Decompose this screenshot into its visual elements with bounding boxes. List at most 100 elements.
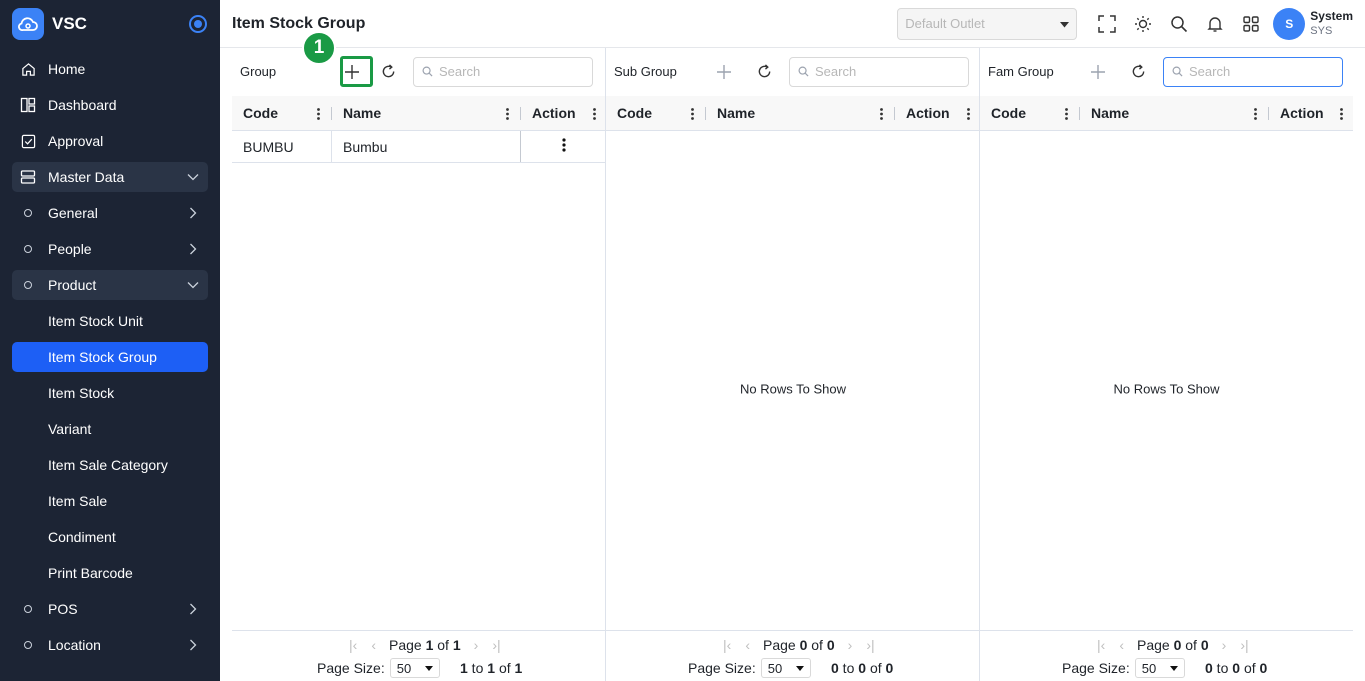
fam-group-grid: Code Name Action No Rows To Show |‹ ‹ Pa… [980,96,1353,681]
bell-icon[interactable] [1197,6,1233,42]
grid-header: Code Name Action [980,96,1353,131]
column-header-action[interactable]: Action [1269,96,1353,130]
grid-footer: |‹ ‹ Page 0 of 0 › ›| Page Size: 50 0 to… [980,630,1353,681]
page-size-select[interactable]: 50 [389,658,440,678]
sidebar-item-variant[interactable]: Variant [12,414,208,444]
pagination: |‹ ‹ Page 1 of 1 › ›| [349,637,501,653]
last-page-icon[interactable]: ›| [1240,637,1248,653]
sidebar-item-item-stock-unit[interactable]: Item Stock Unit [12,306,208,336]
sidebar-item-people[interactable]: People [12,234,208,264]
sidebar-item-label: Location [48,637,101,653]
sidebar-item-home[interactable]: Home [12,54,208,84]
sidebar-item-item-stock[interactable]: Item Stock [12,378,208,408]
next-page-icon[interactable]: › [474,637,479,653]
plus-icon [717,64,731,79]
grid-header: Code Name Action [606,96,980,131]
page-size-select[interactable]: 50 [760,658,811,678]
last-page-icon[interactable]: ›| [492,637,500,653]
column-menu-icon[interactable] [967,107,970,123]
sidebar-item-approval[interactable]: Approval [12,126,208,156]
home-icon [20,61,36,77]
page-size-label: Page Size: [1062,660,1130,676]
column-header-code[interactable]: Code [606,96,706,130]
refresh-sub-group-button[interactable] [748,56,780,88]
search-placeholder: Search [815,64,857,79]
chevron-right-icon [186,242,200,256]
sidebar-item-location[interactable]: Location [12,630,208,660]
first-page-icon[interactable]: |‹ [1097,637,1105,653]
page-size-select[interactable]: 50 [1134,658,1185,678]
sidebar-item-print-barcode[interactable]: Print Barcode [12,558,208,588]
search-icon [1172,66,1183,77]
column-menu-icon[interactable] [593,107,596,123]
sidebar-item-label: Item Sale [48,493,108,509]
column-header-name[interactable]: Name [1080,96,1269,130]
next-page-icon[interactable]: › [1222,637,1227,653]
sidebar-item-label: General [48,205,98,221]
sun-icon[interactable] [1125,6,1161,42]
grid-footer: |‹ ‹ Page 0 of 0 › ›| Page Size: 50 0 to… [606,630,980,681]
pagination: |‹ ‹ Page 0 of 0 › ›| [1097,637,1249,653]
sidebar-item-label: Master Data [48,169,125,185]
column-menu-icon[interactable] [691,107,694,123]
column-header-action[interactable]: Action [895,96,980,130]
last-page-icon[interactable]: ›| [866,637,874,653]
sidebar-item-label: Item Stock Unit [48,313,143,329]
sidebar-item-label: Print Barcode [48,565,133,581]
table-row[interactable]: BUMBU Bumbu [232,131,606,163]
sidebar-toggle-icon[interactable] [189,15,207,33]
add-sub-group-button[interactable] [708,56,740,88]
sidebar-item-general[interactable]: General [12,198,208,228]
column-header-code[interactable]: Code [980,96,1080,130]
column-menu-icon[interactable] [1065,107,1068,123]
sidebar-item-product[interactable]: Product [12,270,208,300]
fam-group-search-input[interactable]: Search [1163,56,1343,87]
page-size-label: Page Size: [688,660,756,676]
column-menu-icon[interactable] [317,107,320,123]
brand-name: VSC [52,14,87,33]
outlet-select[interactable]: Default Outlet [897,7,1078,40]
prev-page-icon[interactable]: ‹ [1119,637,1124,653]
apps-grid-icon[interactable] [1233,6,1269,42]
more-vertical-icon[interactable] [561,138,566,155]
fullscreen-icon[interactable] [1089,6,1125,42]
user-code: SYS [1310,24,1333,37]
circle-icon [24,209,32,217]
column-header-code[interactable]: Code [232,96,332,130]
refresh-fam-group-button[interactable] [1122,56,1154,88]
column-menu-icon[interactable] [1254,107,1257,123]
page-size: Page Size: 50 [1062,658,1185,678]
first-page-icon[interactable]: |‹ [723,637,731,653]
row-action-cell [521,131,606,162]
sidebar-item-master-data[interactable]: Master Data [12,162,208,192]
next-page-icon[interactable]: › [848,637,853,653]
sub-group-search-input[interactable]: Search [789,56,969,87]
group-search-input[interactable]: Search [413,56,593,87]
sidebar-item-condiment[interactable]: Condiment [12,522,208,552]
sidebar-item-item-sale-category[interactable]: Item Sale Category [12,450,208,480]
search-icon[interactable] [1161,6,1197,42]
column-header-action[interactable]: Action [521,96,606,130]
page-title: Item Stock Group [232,14,366,32]
user-menu[interactable]: S System SYS [1273,7,1353,40]
refresh-group-button[interactable] [372,56,404,88]
database-icon [20,169,36,185]
column-menu-icon[interactable] [506,107,509,123]
prev-page-icon[interactable]: ‹ [745,637,750,653]
sidebar-item-label: Dashboard [48,97,117,113]
column-menu-icon[interactable] [1340,107,1343,123]
circle-icon [24,641,32,649]
column-menu-icon[interactable] [880,107,883,123]
sidebar-item-item-sale[interactable]: Item Sale [12,486,208,516]
prev-page-icon[interactable]: ‹ [371,637,376,653]
sidebar-item-item-stock-group[interactable]: Item Stock Group [12,342,208,372]
sidebar-item-pos[interactable]: POS [12,594,208,624]
sidebar-nav: Home Dashboard Approval Master Data Gene… [0,48,220,660]
first-page-icon[interactable]: |‹ [349,637,357,653]
plus-icon [1091,64,1105,79]
sidebar-item-dashboard[interactable]: Dashboard [12,90,208,120]
add-fam-group-button[interactable] [1082,56,1114,88]
approval-icon [20,133,36,149]
column-header-name[interactable]: Name [706,96,895,130]
column-header-name[interactable]: Name [332,96,521,130]
